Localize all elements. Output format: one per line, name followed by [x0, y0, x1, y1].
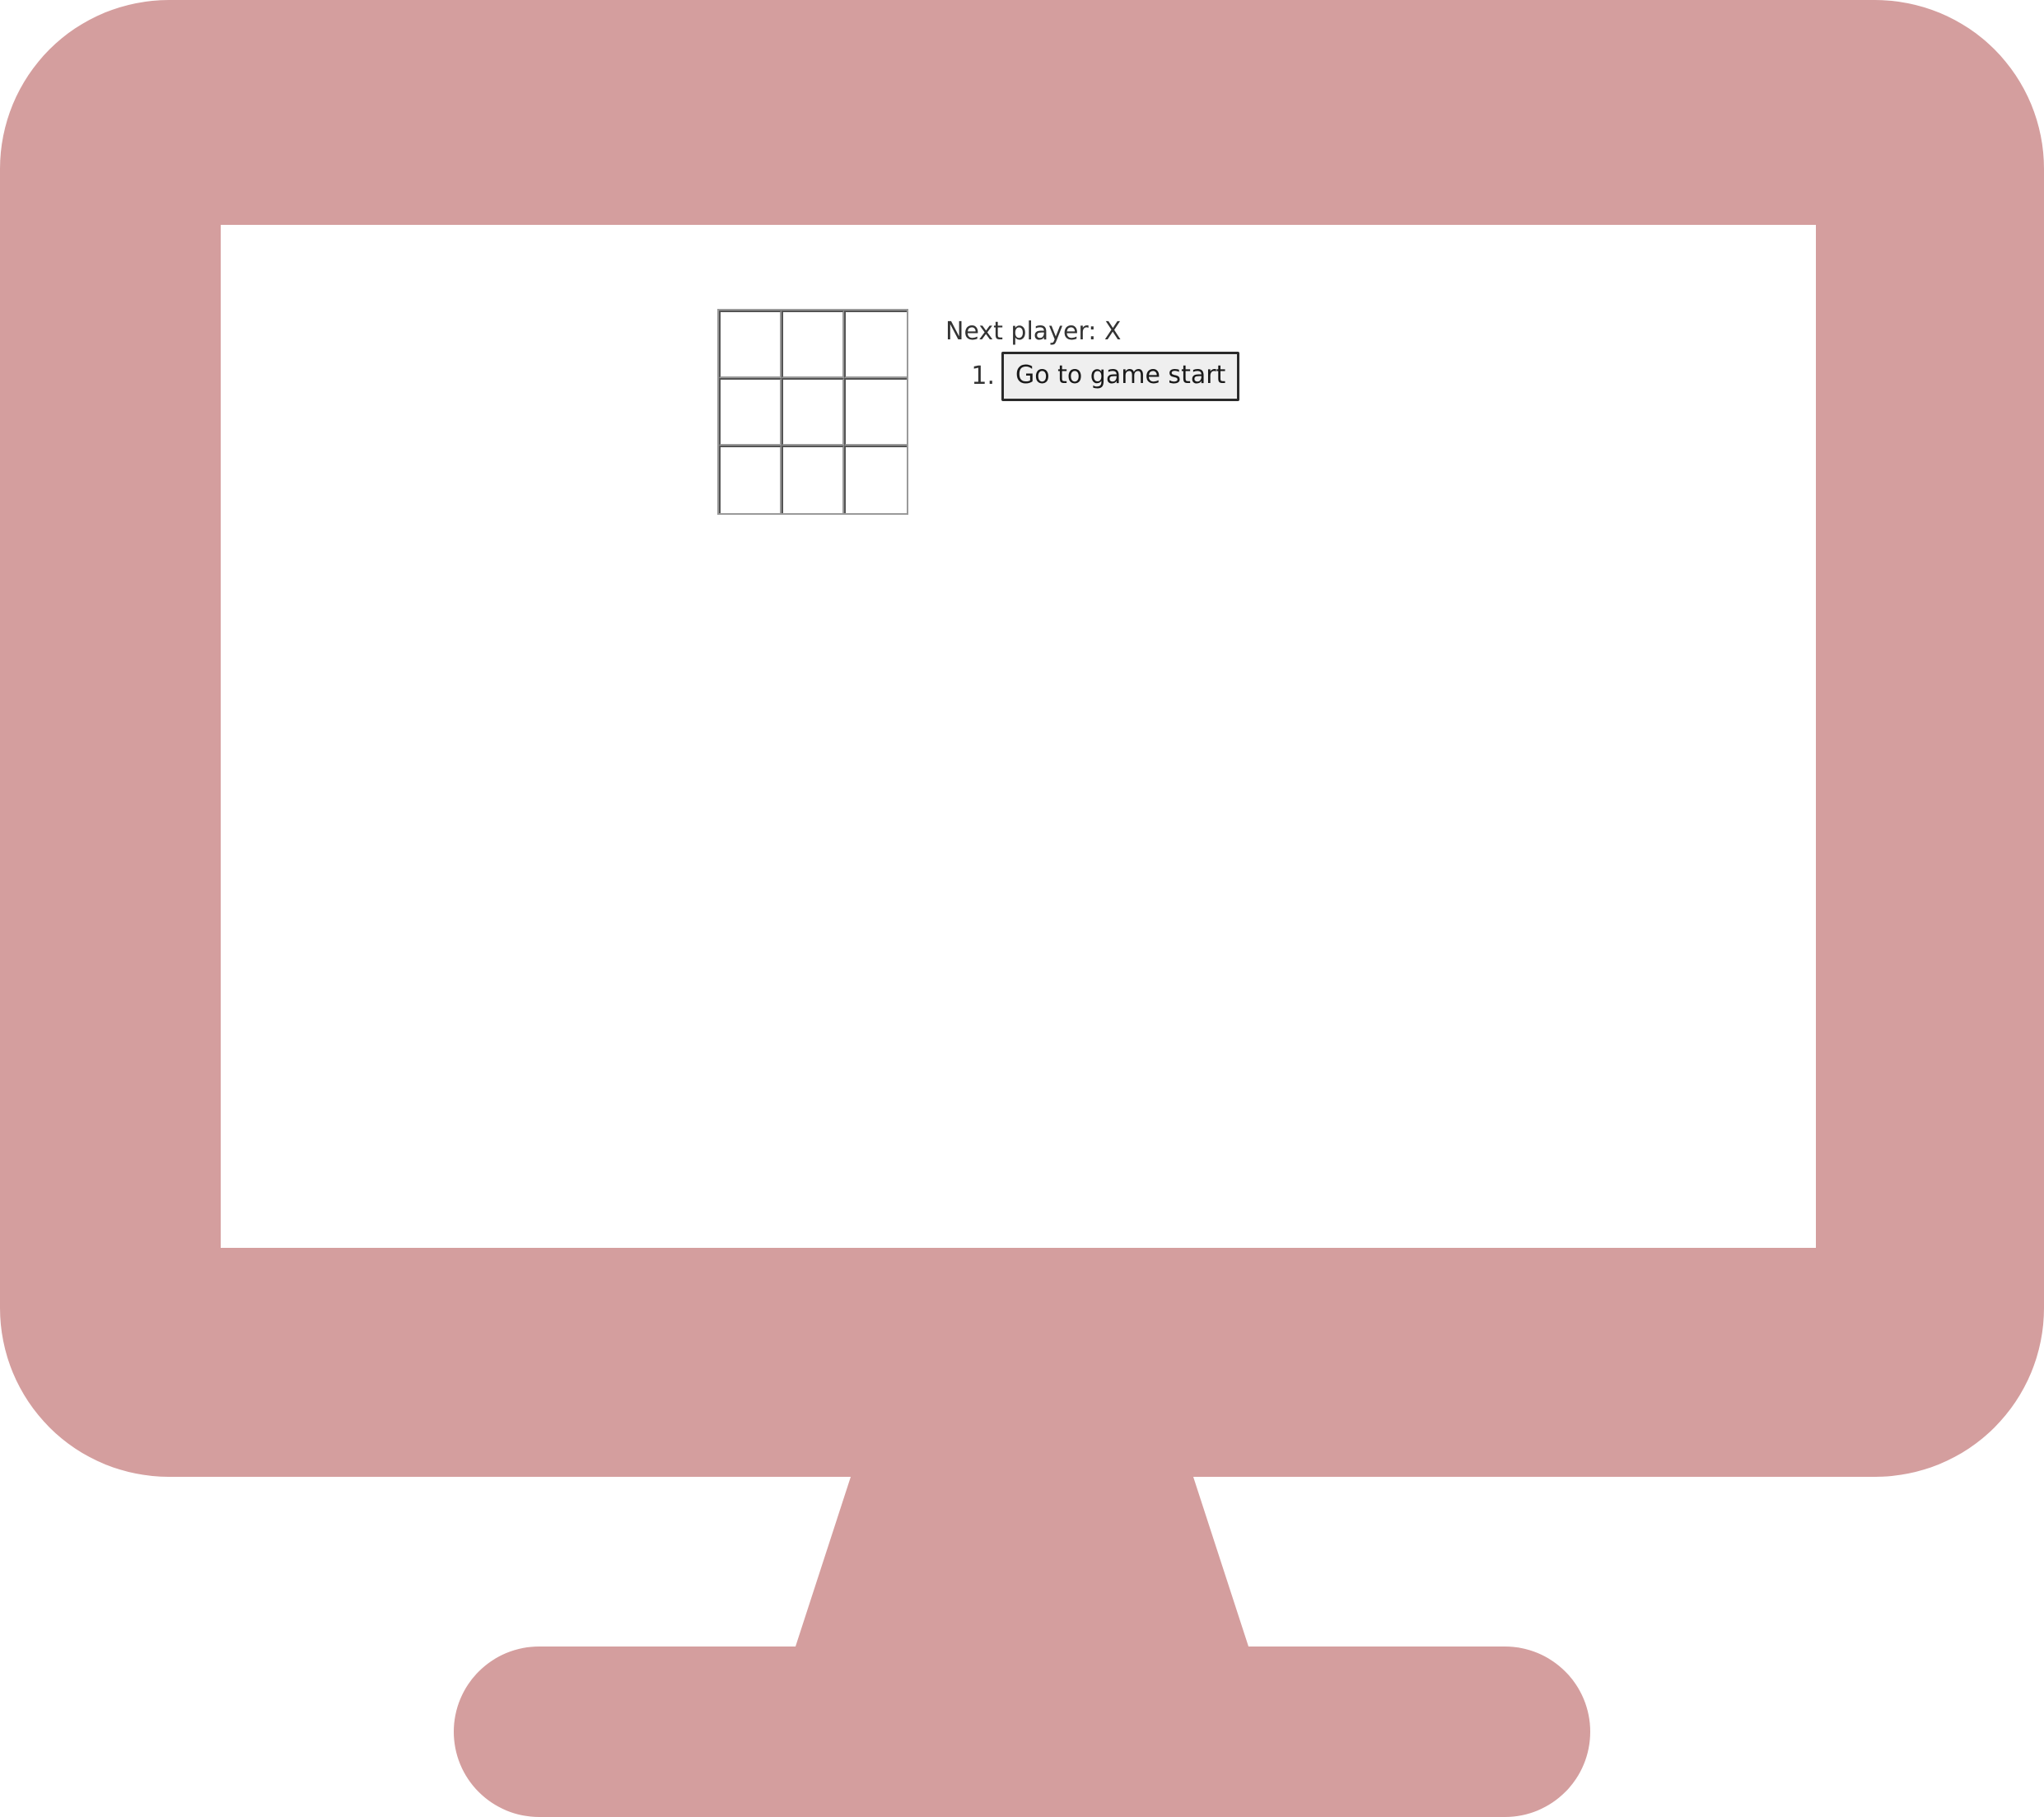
page: Next player: X 1. Go to game start	[0, 0, 2044, 1817]
status-text: Next player: X	[945, 317, 1122, 346]
browser-viewport: Next player: X 1. Go to game start	[221, 225, 1816, 1248]
tic-tac-toe-game: Next player: X 1. Go to game start	[717, 309, 1240, 515]
move-number: 1.	[971, 362, 995, 390]
monitor-neck	[795, 1474, 1249, 1649]
board-square-4[interactable]	[719, 378, 782, 446]
game-info: Next player: X 1. Go to game start	[945, 315, 1240, 401]
board-square-7[interactable]	[719, 446, 782, 513]
board-square-6[interactable]	[844, 378, 907, 446]
board-square-3[interactable]	[844, 311, 907, 378]
board-square-1[interactable]	[719, 311, 782, 378]
move-history-item: 1. Go to game start	[945, 352, 1240, 401]
move-history-list: 1. Go to game start	[945, 352, 1240, 401]
board-square-9[interactable]	[844, 446, 907, 513]
game-board	[717, 309, 908, 515]
board-square-8[interactable]	[782, 446, 844, 513]
board-square-2[interactable]	[782, 311, 844, 378]
monitor-base	[454, 1647, 1590, 1817]
go-to-game-start-button[interactable]: Go to game start	[1001, 352, 1240, 401]
board-square-5[interactable]	[782, 378, 844, 446]
